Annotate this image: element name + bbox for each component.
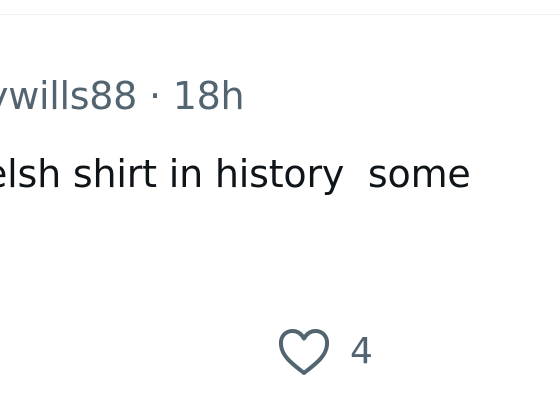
post-username[interactable]: ywills88	[0, 74, 137, 118]
post-body-text: elsh shirt in history some	[0, 152, 471, 196]
post-timestamp[interactable]: 18h	[173, 74, 245, 118]
post-card: ywills88 · 18h elsh shirt in history some …	[0, 0, 560, 420]
like-button[interactable]: 4	[276, 326, 373, 378]
header-separator: ·	[149, 74, 161, 118]
heart-outline-icon	[276, 326, 332, 378]
like-count: 4	[350, 331, 373, 372]
post-action-bar: 4	[276, 326, 373, 378]
post-header: ywills88 · 18h	[0, 68, 245, 124]
